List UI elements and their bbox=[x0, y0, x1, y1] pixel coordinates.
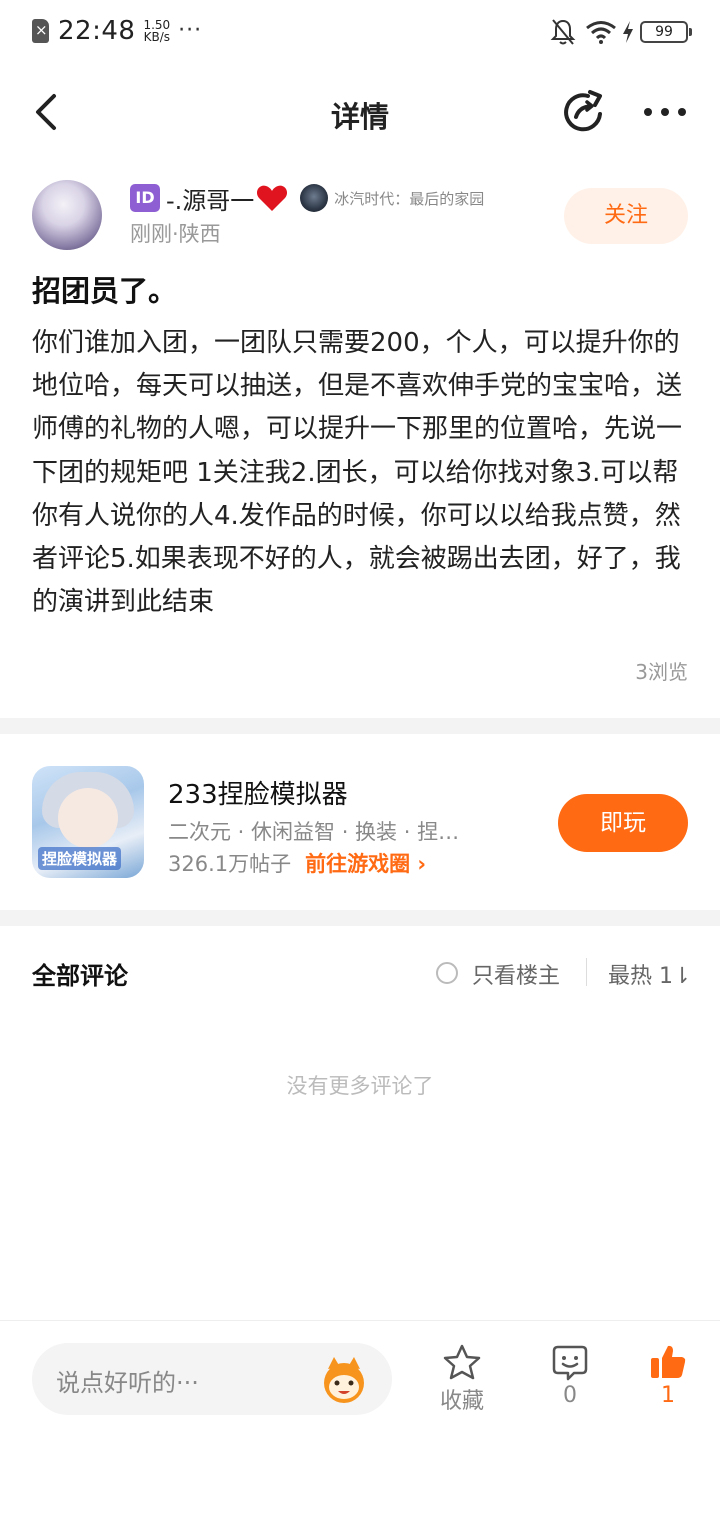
game-icon-face bbox=[58, 788, 118, 848]
star-icon bbox=[443, 1344, 481, 1380]
author-game-badge[interactable]: 冰汽时代：最后的家园 bbox=[300, 184, 484, 212]
network-speed-unit: KB/s bbox=[143, 30, 170, 44]
status-more-icon: ··· bbox=[178, 18, 203, 43]
game-tags: 二次元 · 休闲益智 · 换装 · 捏… bbox=[168, 820, 460, 844]
nav-bar: 详情 bbox=[0, 78, 720, 148]
game-circle-link[interactable]: 前往游戏圈 › bbox=[305, 848, 426, 878]
post-title: 招团员了。 bbox=[32, 274, 178, 308]
game-icon[interactable]: 捏脸模拟器 bbox=[32, 766, 144, 878]
author-row: ID -.源哥一 ❤ 冰汽时代：最后的家园 刚刚·陕西 关注 bbox=[32, 180, 692, 252]
like-count: 1 bbox=[661, 1383, 675, 1408]
like-action[interactable]: 1 bbox=[633, 1343, 703, 1408]
bell-off-icon bbox=[550, 19, 576, 45]
game-name[interactable]: 233捏脸模拟器 bbox=[168, 774, 348, 811]
comment-action[interactable]: 0 bbox=[535, 1343, 605, 1408]
wifi-icon bbox=[586, 21, 616, 44]
more-icon[interactable] bbox=[640, 90, 690, 134]
favorite-label: 收藏 bbox=[439, 1389, 484, 1414]
id-badge-icon: ID bbox=[130, 184, 160, 212]
no-sim-icon bbox=[32, 19, 49, 43]
mascot-emoji-icon[interactable] bbox=[318, 1355, 370, 1405]
status-time: 22:48 bbox=[58, 16, 136, 46]
comment-input[interactable]: 说点好听的··· bbox=[32, 1343, 392, 1415]
author-name[interactable]: -.源哥一 bbox=[166, 181, 254, 216]
comments-title: 全部评论 bbox=[32, 962, 128, 990]
share-icon[interactable] bbox=[560, 88, 608, 136]
author-game-name: 冰汽时代：最后的家园 bbox=[334, 189, 485, 208]
game-post-count: 326.1万帖子 bbox=[168, 852, 292, 876]
only-owner-radio[interactable] bbox=[436, 962, 458, 984]
favorite-action[interactable]: 收藏 bbox=[427, 1343, 497, 1415]
post-meta: 刚刚·陕西 bbox=[130, 222, 221, 246]
comments-header: 全部评论 只看楼主 最热 1⇂ bbox=[0, 940, 720, 1004]
heart-icon bbox=[257, 185, 288, 211]
divider bbox=[586, 958, 587, 986]
author-name-row: ID -.源哥一 ❤ 冰汽时代：最后的家园 bbox=[130, 181, 484, 216]
bottom-bar: 说点好听的··· 收藏 0 1 bbox=[0, 1320, 720, 1520]
sort-selector[interactable]: 最热 1⇂ bbox=[608, 958, 691, 990]
view-count: 3浏览 bbox=[635, 660, 688, 684]
comment-icon bbox=[552, 1345, 588, 1381]
play-button[interactable]: 即玩 bbox=[558, 794, 688, 852]
game-mini-icon bbox=[300, 184, 329, 212]
game-card[interactable]: 捏脸模拟器 233捏脸模拟器 二次元 · 休闲益智 · 换装 · 捏… 326.… bbox=[0, 736, 720, 910]
network-speed: 1.50 KB/s bbox=[143, 19, 170, 43]
battery-icon: 99 bbox=[640, 21, 692, 43]
no-more-comments: 没有更多评论了 bbox=[286, 1074, 434, 1098]
status-bar: 22:48 1.50 KB/s ··· 99 bbox=[0, 0, 720, 66]
page-title: 详情 bbox=[330, 100, 389, 134]
only-owner-label[interactable]: 只看楼主 bbox=[472, 958, 560, 990]
follow-button[interactable]: 关注 bbox=[564, 188, 688, 244]
charging-icon bbox=[623, 21, 633, 43]
thumbs-up-icon bbox=[651, 1345, 686, 1378]
comment-placeholder: 说点好听的··· bbox=[56, 1369, 199, 1397]
divider bbox=[0, 910, 720, 926]
game-icon-logo: 捏脸模拟器 bbox=[38, 847, 122, 870]
avatar[interactable] bbox=[32, 180, 102, 250]
post-body: 你们谁加入团，一团队只需要200，个人，可以提升你的地位哈，每天可以抽送，但是不… bbox=[32, 328, 683, 618]
game-stats: 326.1万帖子 前往游戏圈 › bbox=[168, 848, 426, 878]
comment-count: 0 bbox=[563, 1383, 577, 1408]
divider bbox=[0, 718, 720, 734]
